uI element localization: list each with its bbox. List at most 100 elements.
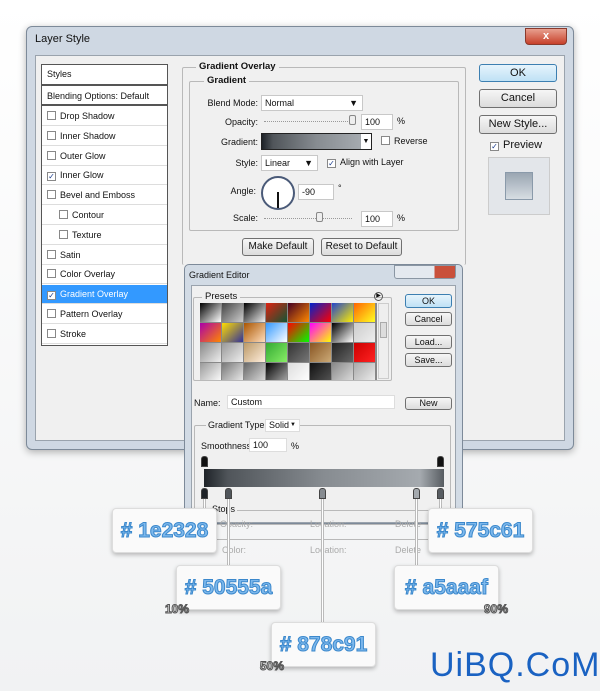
reset-default-button[interactable]: Reset to Default (321, 238, 402, 256)
style-checkbox[interactable] (47, 309, 56, 318)
color-stop[interactable] (437, 488, 444, 499)
gradient-type-select[interactable]: Solid ▼ (265, 419, 300, 432)
preset-swatch[interactable] (222, 303, 243, 322)
new-button[interactable]: New (405, 397, 452, 410)
close-button[interactable]: x (525, 28, 567, 45)
blend-mode-select[interactable]: Normal ▼ (261, 95, 363, 111)
preset-swatch[interactable] (288, 363, 309, 380)
smoothness-input[interactable]: 100 (249, 438, 287, 452)
style-item[interactable]: Color Overlay (42, 265, 167, 285)
preset-swatch[interactable] (354, 323, 375, 342)
gradient-preview[interactable]: ▼ (261, 133, 372, 150)
style-checkbox[interactable]: ✓ (47, 172, 56, 182)
style-select[interactable]: Linear ▼ (261, 155, 318, 171)
load-button[interactable]: Load... (405, 335, 452, 349)
style-item[interactable]: Stroke (42, 325, 167, 344)
style-item[interactable]: Texture (42, 226, 167, 245)
preset-swatch[interactable] (200, 303, 221, 322)
style-checkbox[interactable] (47, 111, 56, 120)
preset-swatch[interactable] (244, 343, 265, 362)
presets-menu-icon[interactable]: ▶ (374, 292, 383, 301)
opacity-stop-left[interactable] (201, 456, 208, 467)
preset-swatch[interactable] (354, 303, 375, 322)
preset-swatch[interactable] (200, 323, 221, 342)
preset-swatch[interactable] (288, 323, 309, 342)
preset-swatch[interactable] (244, 363, 265, 380)
presets-label: Presets (202, 291, 241, 302)
preset-swatch[interactable] (354, 363, 375, 380)
style-checkbox[interactable] (47, 249, 56, 259)
style-checkbox[interactable] (47, 130, 56, 140)
cancel-button[interactable]: Cancel (479, 89, 557, 108)
preset-swatch[interactable] (244, 303, 265, 322)
style-item[interactable]: Outer Glow (42, 147, 167, 166)
preset-swatch[interactable] (332, 303, 353, 322)
preset-swatch[interactable] (310, 303, 331, 322)
align-checkbox[interactable]: ✓ Align with Layer (327, 157, 404, 168)
preset-swatch[interactable] (222, 363, 243, 380)
opacity-label: Opacity: (224, 117, 258, 127)
styles-header[interactable]: Styles (42, 65, 167, 86)
preset-swatch[interactable] (288, 343, 309, 362)
preset-swatch[interactable] (332, 363, 353, 380)
style-item[interactable]: ✓ Inner Glow (42, 166, 167, 186)
reverse-checkbox[interactable]: Reverse (381, 136, 428, 146)
style-item[interactable]: ✓ Gradient Overlay (42, 285, 167, 305)
window-controls[interactable] (394, 265, 456, 279)
preset-swatch[interactable] (310, 323, 331, 342)
color-stop[interactable] (201, 488, 208, 499)
opacity-input[interactable]: 100 (361, 114, 393, 130)
preset-swatch[interactable] (266, 303, 287, 322)
ok-button[interactable]: OK (479, 64, 557, 82)
preset-swatch[interactable] (310, 343, 331, 362)
opacity-slider[interactable] (264, 121, 356, 122)
style-checkbox[interactable] (47, 190, 56, 200)
preview-checkbox[interactable]: ✓ Preview (490, 139, 542, 151)
scale-slider-thumb[interactable] (316, 212, 323, 222)
preset-swatch[interactable] (332, 323, 353, 342)
preset-swatch[interactable] (200, 343, 221, 362)
save-button[interactable]: Save... (405, 353, 452, 367)
blending-options[interactable]: Blending Options: Default (42, 87, 167, 106)
color-stop[interactable] (319, 488, 326, 499)
opacity-stop-right[interactable] (437, 456, 444, 467)
scale-input[interactable]: 100 (361, 211, 393, 227)
style-item[interactable]: Contour (42, 206, 167, 225)
style-checkbox[interactable] (47, 269, 56, 279)
preset-swatch[interactable] (310, 363, 331, 380)
make-default-button[interactable]: Make Default (242, 238, 314, 256)
style-item[interactable]: Pattern Overlay (42, 305, 167, 324)
preset-swatch[interactable] (244, 323, 265, 342)
name-input[interactable]: Custom (227, 395, 395, 409)
style-item[interactable]: Inner Shadow (42, 127, 167, 146)
style-item[interactable]: Satin (42, 246, 167, 265)
style-checkbox[interactable] (47, 150, 56, 160)
preset-swatch[interactable] (200, 363, 221, 380)
preset-swatch[interactable] (332, 343, 353, 362)
preset-swatch[interactable] (266, 323, 287, 342)
ge-ok-button[interactable]: OK (405, 294, 452, 308)
preset-swatch[interactable] (266, 343, 287, 362)
gradient-bar[interactable] (204, 469, 444, 487)
style-checkbox[interactable] (59, 210, 68, 219)
style-checkbox[interactable]: ✓ (47, 291, 56, 301)
chevron-down-icon[interactable]: ▼ (361, 134, 371, 149)
ge-cancel-button[interactable]: Cancel (405, 312, 452, 326)
style-checkbox[interactable] (47, 328, 56, 338)
color-stop[interactable] (224, 488, 232, 499)
preset-swatch[interactable] (354, 343, 375, 362)
angle-dial[interactable] (261, 176, 295, 210)
preset-swatch[interactable] (288, 303, 309, 322)
preset-swatch[interactable] (222, 343, 243, 362)
opacity-slider-thumb[interactable] (349, 115, 356, 125)
color-stop[interactable] (413, 488, 421, 499)
scale-slider[interactable] (264, 218, 352, 219)
preset-swatch[interactable] (266, 363, 287, 380)
style-item[interactable]: Bevel and Emboss (42, 186, 167, 206)
presets-scrollbar[interactable] (378, 303, 389, 379)
style-item[interactable]: Drop Shadow (42, 107, 167, 126)
style-checkbox[interactable] (59, 229, 68, 239)
preset-swatch[interactable] (222, 323, 243, 342)
angle-input[interactable]: -90 (298, 184, 334, 200)
new-style-button[interactable]: New Style... (479, 115, 557, 134)
